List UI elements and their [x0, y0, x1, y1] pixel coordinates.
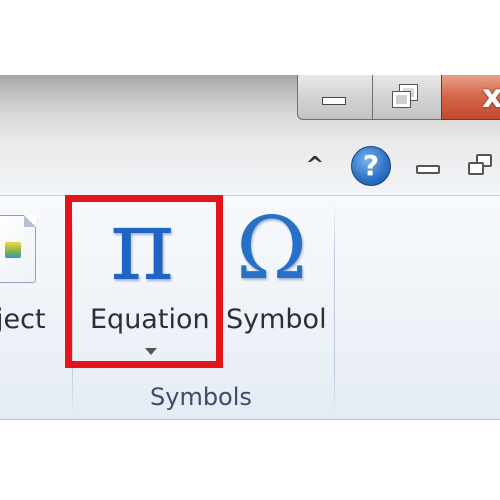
equation-highlight-box — [65, 195, 223, 368]
document-restore-button[interactable] — [468, 152, 500, 182]
object-icon[interactable] — [0, 215, 36, 283]
help-button[interactable]: ? — [351, 146, 391, 186]
close-icon: x — [482, 77, 500, 115]
frame-top — [0, 0, 500, 75]
window-minimize-button[interactable] — [297, 75, 373, 120]
symbol-button-label[interactable]: Symbol — [226, 303, 327, 337]
window-restore-button[interactable] — [372, 75, 442, 120]
restore-icon — [392, 84, 419, 108]
symbol-omega-icon[interactable]: Ω — [236, 204, 307, 294]
frame-bottom — [0, 420, 500, 500]
collapse-ribbon-button[interactable]: ^ — [300, 155, 330, 177]
group-separator — [334, 200, 335, 415]
object-button-label[interactable]: ject — [0, 303, 46, 337]
symbols-group-label: Symbols — [150, 383, 252, 411]
window-close-button[interactable]: x — [441, 75, 500, 120]
minimize-icon — [322, 97, 346, 105]
document-minimize-button[interactable] — [416, 165, 440, 174]
